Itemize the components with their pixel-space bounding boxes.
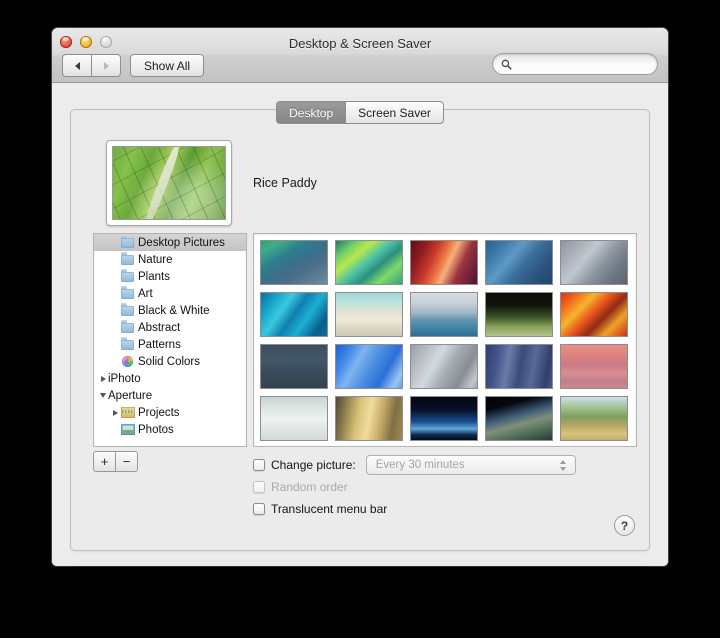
wallpaper-thumbnail[interactable]: [335, 292, 403, 337]
wallpaper-thumbnail[interactable]: [410, 292, 478, 337]
desktop-options: Change picture: Every 30 minutes Random …: [253, 455, 576, 521]
wallpaper-thumbnail[interactable]: [335, 344, 403, 389]
source-list-item-label: Patterns: [138, 338, 181, 351]
folder-icon: [120, 252, 135, 265]
source-list-item[interactable]: Plants: [94, 268, 246, 285]
wallpaper-thumbnail[interactable]: [260, 344, 328, 389]
search-field[interactable]: [492, 53, 658, 75]
source-list-item[interactable]: Solid Colors: [94, 353, 246, 370]
window-content: Desktop Screen Saver Rice Paddy Desktop …: [52, 83, 668, 566]
wallpaper-thumbnail[interactable]: [560, 240, 628, 285]
help-button[interactable]: ?: [614, 515, 635, 536]
random-order-row: Random order: [253, 477, 576, 497]
source-list-item-label: Black & White: [138, 304, 210, 317]
source-list-item[interactable]: Abstract: [94, 319, 246, 336]
show-all-button[interactable]: Show All: [130, 54, 205, 77]
source-list-item[interactable]: Patterns: [94, 336, 246, 353]
wallpaper-thumbnail[interactable]: [485, 396, 553, 441]
folder-icon: [120, 337, 135, 350]
source-list-item[interactable]: Projects: [94, 404, 246, 421]
source-list-item[interactable]: Aperture: [94, 387, 246, 404]
tab-screen-saver[interactable]: Screen Saver: [345, 101, 444, 124]
source-list-item[interactable]: Art: [94, 285, 246, 302]
source-list-item-label: Nature: [138, 253, 173, 266]
wallpaper-thumbnail[interactable]: [485, 344, 553, 389]
forward-button: [91, 54, 121, 77]
translucent-menu-bar-label: Translucent menu bar: [271, 502, 388, 516]
source-list-item-label: Plants: [138, 270, 170, 283]
photos-icon: [120, 424, 135, 435]
folder-icon: [120, 303, 135, 316]
random-order-label: Random order: [271, 480, 348, 494]
change-picture-row: Change picture: Every 30 minutes: [253, 455, 576, 475]
wallpaper-thumbnail[interactable]: [335, 240, 403, 285]
wallpaper-grid: [254, 234, 636, 446]
chevron-left-icon: [74, 61, 80, 70]
wallpaper-thumbnail[interactable]: [560, 292, 628, 337]
add-remove-folder-buttons: + −: [93, 451, 138, 472]
source-list-item-label: Projects: [138, 406, 180, 419]
source-list-item[interactable]: Desktop Pictures: [94, 234, 246, 251]
source-list[interactable]: Desktop Pictures Nature Plants Art Black & W…: [93, 233, 247, 447]
wallpaper-thumbnail[interactable]: [485, 292, 553, 337]
source-list-item-label: Solid Colors: [138, 355, 200, 368]
chevron-right-icon: [103, 61, 109, 70]
change-interval-value: Every 30 minutes: [375, 459, 465, 471]
wallpaper-thumbnail[interactable]: [410, 396, 478, 441]
change-interval-popup[interactable]: Every 30 minutes: [365, 455, 576, 475]
change-picture-checkbox[interactable]: [253, 459, 265, 471]
disclosure-triangle-closed-icon[interactable]: [98, 375, 108, 382]
wallpaper-thumbnail[interactable]: [335, 396, 403, 441]
folder-icon: [120, 320, 135, 333]
wallpaper-grid-scroll-area[interactable]: [253, 233, 637, 447]
source-list-item[interactable]: Nature: [94, 251, 246, 268]
navigation-buttons: [62, 54, 121, 77]
window-titlebar: Desktop & Screen Saver Show All: [52, 28, 668, 83]
preferences-window: Desktop & Screen Saver Show All Desktop …: [52, 28, 668, 566]
wallpaper-thumbnail[interactable]: [260, 240, 328, 285]
translucent-menu-bar-row: Translucent menu bar: [253, 499, 576, 519]
source-list-item-label: Desktop Pictures: [138, 236, 225, 249]
source-list-item-label: Art: [138, 287, 153, 300]
wallpaper-thumbnail[interactable]: [560, 344, 628, 389]
wallpaper-thumbnail[interactable]: [560, 396, 628, 441]
remove-folder-button[interactable]: −: [115, 451, 138, 472]
folder-icon: [120, 286, 135, 299]
tab-bar: Desktop Screen Saver: [52, 101, 668, 124]
search-icon: [501, 59, 512, 70]
desktop-preview-thumbnail[interactable]: [106, 140, 232, 226]
source-list-item[interactable]: Black & White: [94, 302, 246, 319]
wallpaper-thumbnail[interactable]: [260, 396, 328, 441]
search-input[interactable]: [516, 57, 649, 71]
source-list-item-label: Abstract: [138, 321, 181, 334]
disclosure-triangle-open-icon[interactable]: [98, 393, 108, 398]
window-title: Desktop & Screen Saver: [288, 36, 432, 51]
wallpaper-thumbnail[interactable]: [410, 344, 478, 389]
random-order-checkbox: [253, 481, 265, 493]
wallpaper-thumbnail[interactable]: [485, 240, 553, 285]
change-picture-label: Change picture:: [271, 458, 356, 472]
color-wheel-icon: [120, 356, 135, 367]
projects-icon: [120, 407, 135, 418]
wallpaper-thumbnail[interactable]: [260, 292, 328, 337]
folder-icon: [120, 269, 135, 282]
add-folder-button[interactable]: +: [93, 451, 115, 472]
source-list-item[interactable]: Photos: [94, 421, 246, 438]
preferences-panel: Rice Paddy Desktop Pictures Nature Plants A…: [70, 109, 650, 551]
source-list-item-label: Photos: [138, 423, 174, 436]
folder-icon: [120, 235, 135, 248]
disclosure-triangle-closed-icon[interactable]: [110, 409, 120, 416]
current-wallpaper-name: Rice Paddy: [253, 176, 317, 190]
chevron-updown-icon: [559, 458, 568, 472]
translucent-menu-bar-checkbox[interactable]: [253, 503, 265, 515]
tab-desktop[interactable]: Desktop: [276, 101, 346, 124]
back-button[interactable]: [62, 54, 91, 77]
source-list-item-label: Aperture: [108, 389, 153, 402]
wallpaper-thumbnail[interactable]: [410, 240, 478, 285]
source-list-item[interactable]: iPhoto: [94, 370, 246, 387]
preview-image: [112, 146, 226, 220]
source-list-item-label: iPhoto: [108, 372, 141, 385]
